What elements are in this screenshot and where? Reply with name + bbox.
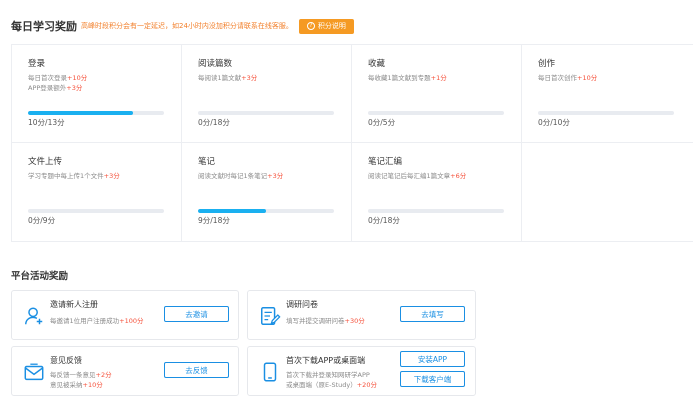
survey-card: 调研问卷 填写并提交调研问卷+30分 去填写 [247,290,476,340]
feedback-title: 意见反馈 [50,356,82,365]
install-app-button[interactable]: 安装APP [400,351,465,367]
progress-fill [198,209,266,213]
feedback-card: 意见反馈 每反馈一条意见+2分 意见被采纳+10分 去反馈 [11,346,239,396]
daily-task-grid: 登录 每日首次登录+10分 APP登录额外+3分 10分/13分 阅读篇数 每阅… [11,44,693,242]
daily-title: 每日学习奖励 [11,20,77,33]
survey-button[interactable]: 去填写 [400,306,465,322]
task-name: 收藏 [368,59,386,69]
download-title: 首次下载APP或桌面端 [286,356,366,365]
progress-text: 0分/18分 [198,118,230,127]
invite-card: 邀请新人注册 每邀请1位用户注册成功+100分 去邀请 [11,290,239,340]
progress-bar [368,209,504,213]
task-name: 阅读篇数 [198,59,233,69]
survey-title: 调研问卷 [286,300,318,309]
progress-bar [28,111,164,115]
invite-button[interactable]: 去邀请 [164,306,229,322]
task-rule: 每日首次登录+10分 [28,74,88,82]
points-explain-label: 积分说明 [317,22,346,30]
points-explain-button[interactable]: ? 积分说明 [298,18,354,34]
progress-bar [538,111,674,115]
progress-bar [198,209,334,213]
platform-title: 平台活动奖励 [11,271,69,282]
daily-header: 每日学习奖励 高峰时段积分会有一定延迟，如24小时内没加积分请联系在线客服。 ?… [11,18,354,34]
feedback-rule: 意见被采纳+10分 [50,381,103,389]
download-rule: 首次下载并登录知网研学APP [286,371,370,379]
empty-cell [522,143,693,241]
invite-title: 邀请新人注册 [50,300,98,309]
daily-note: 高峰时段积分会有一定延迟，如24小时内没加积分请联系在线客服。 [81,22,293,30]
task-name: 创作 [538,59,556,69]
progress-text: 9分/18分 [198,216,230,225]
survey-rule: 填写并提交调研问卷+30分 [286,317,365,325]
user-add-icon [25,307,43,325]
progress-fill [28,111,133,115]
task-rule: 学习专题中每上传1个文件+3分 [28,172,120,180]
download-card: 首次下载APP或桌面端 首次下载并登录知网研学APP 或桌面端（原E-Study… [247,346,476,396]
task-login: 登录 每日首次登录+10分 APP登录额外+3分 10分/13分 [12,45,182,143]
progress-text: 0分/5分 [368,118,396,127]
progress-text: 0分/10分 [538,118,570,127]
task-upload: 文件上传 学习专题中每上传1个文件+3分 0分/9分 [12,143,182,241]
progress-bar [368,111,504,115]
mobile-phone-icon [263,362,277,382]
task-create: 创作 每日首次创作+10分 0分/10分 [522,45,693,143]
feedback-button[interactable]: 去反馈 [164,362,229,378]
task-rule: APP登录额外+3分 [28,84,83,92]
download-client-button[interactable]: 下载客户端 [400,371,465,387]
question-icon: ? [306,22,315,30]
task-read: 阅读篇数 每阅读1篇文献+3分 0分/18分 [182,45,352,143]
task-name: 笔记 [198,157,216,167]
task-name: 笔记汇编 [368,157,403,167]
survey-edit-icon [261,307,281,325]
task-notes: 笔记 阅读文献时每记1条笔记+3分 9分/18分 [182,143,352,241]
progress-text: 0分/9分 [28,216,56,225]
progress-bar [198,111,334,115]
task-rule: 每日首次创作+10分 [538,74,598,82]
progress-text: 10分/13分 [28,118,65,127]
task-rule: 阅读文献时每记1条笔记+3分 [198,172,284,180]
download-rule: 或桌面端（原E-Study）+20分 [286,381,377,389]
progress-bar [28,209,164,213]
task-rule: 每阅读1篇文献+3分 [198,74,258,82]
task-collect: 收藏 每收藏1篇文献到专题+1分 0分/5分 [352,45,522,143]
feedback-mail-icon [24,363,44,381]
task-rule: 阅读记笔记后每汇编1篇文章+6分 [368,172,467,180]
task-name: 登录 [28,59,46,69]
task-compile: 笔记汇编 阅读记笔记后每汇编1篇文章+6分 0分/18分 [352,143,522,241]
feedback-rule: 每反馈一条意见+2分 [50,371,112,379]
progress-text: 0分/18分 [368,216,400,225]
invite-rule: 每邀请1位用户注册成功+100分 [50,317,144,325]
task-name: 文件上传 [28,157,63,167]
task-rule: 每收藏1篇文献到专题+1分 [368,74,447,82]
